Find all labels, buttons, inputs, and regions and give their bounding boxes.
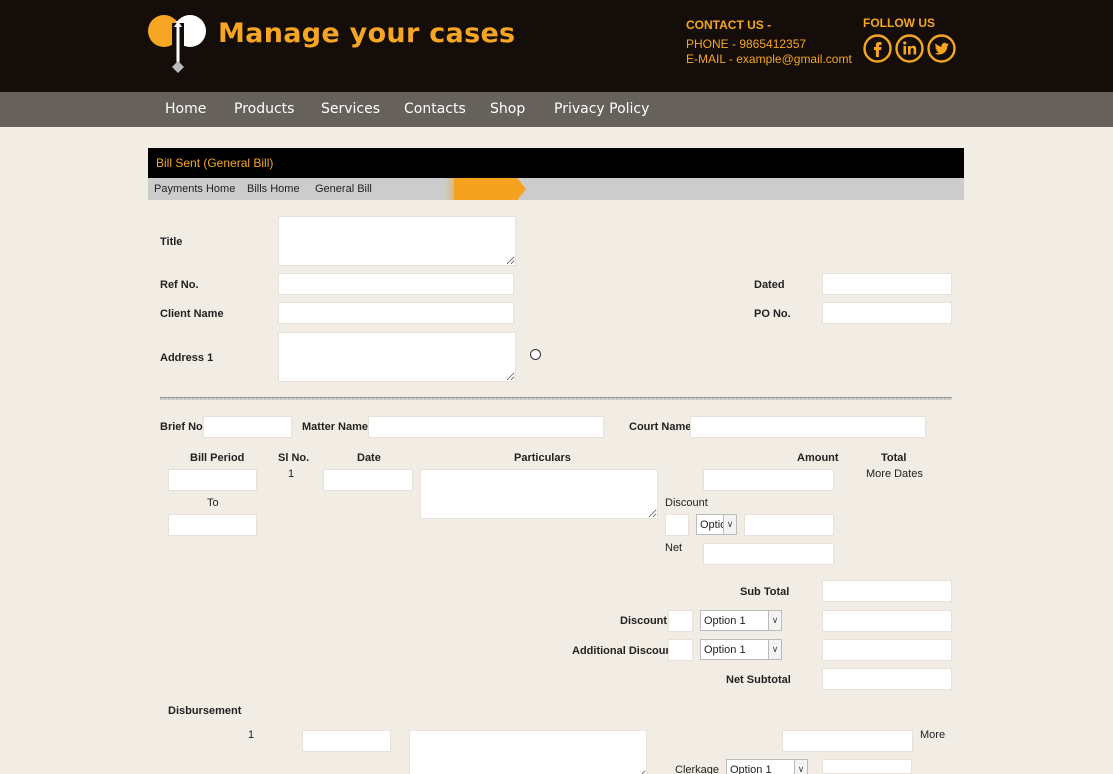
chevron-down-icon: ∨	[794, 760, 807, 774]
title-input[interactable]	[278, 216, 516, 266]
amount-header: Amount	[797, 452, 839, 464]
additional-discount-value-input[interactable]	[668, 639, 693, 661]
bill-period-header: Bill Period	[190, 452, 245, 464]
disbursement-more-link[interactable]: More	[920, 729, 945, 741]
disbursement-amount-input[interactable]	[782, 730, 913, 752]
disbursement-date-input[interactable]	[302, 730, 391, 752]
po-no-input[interactable]	[822, 302, 952, 324]
po-no-label: PO No.	[754, 308, 791, 320]
contact-email[interactable]: E-MAIL - example@gmail.comt	[686, 52, 852, 67]
matter-name-label: Matter Name	[302, 421, 369, 433]
row-discount-select[interactable]: Optio ∨	[696, 514, 737, 535]
discount-amount-input[interactable]	[822, 610, 952, 632]
date-header: Date	[357, 452, 381, 464]
court-name-label: Court Name	[629, 421, 692, 433]
facebook-icon[interactable]	[863, 34, 892, 63]
net-input[interactable]	[703, 543, 834, 565]
particulars-header: Particulars	[514, 452, 571, 464]
disbursement-title: Disbursement	[168, 705, 242, 717]
chevron-down-icon: ∨	[723, 515, 736, 534]
ref-no-input[interactable]	[278, 273, 514, 295]
ref-no-label: Ref No.	[160, 279, 199, 291]
row-discount-value-input[interactable]	[665, 514, 689, 536]
chevron-down-icon: ∨	[768, 611, 781, 630]
follow-title: FOLLOW US	[863, 16, 935, 30]
amount-input[interactable]	[703, 469, 834, 491]
clerkage-amount-input[interactable]	[822, 759, 912, 774]
chevron-down-icon: ∨	[768, 640, 781, 659]
particulars-input[interactable]	[420, 469, 658, 519]
clerkage-select-value: Option 1	[730, 764, 772, 774]
sl-no-header: Sl No.	[278, 452, 310, 464]
nav-privacy-policy[interactable]: Privacy Policy	[554, 101, 649, 117]
disbursement-row-no: 1	[248, 729, 255, 741]
discount-select[interactable]: Option 1 ∨	[700, 610, 782, 631]
nav-services[interactable]: Services	[321, 101, 380, 117]
discount-label: Discount	[620, 615, 668, 627]
clerkage-select[interactable]: Option 1 ∨	[726, 759, 808, 774]
linkedin-icon[interactable]	[895, 34, 924, 63]
title-label: Title	[160, 236, 183, 248]
net-subtotal-input[interactable]	[822, 668, 952, 690]
address1-label: Address 1	[160, 352, 214, 364]
discount-value-input[interactable]	[668, 610, 693, 632]
date-input[interactable]	[323, 469, 413, 491]
brand-title: Manage your cases	[218, 18, 516, 49]
address-radio[interactable]	[530, 349, 541, 360]
total-header: Total	[881, 452, 907, 464]
client-name-label: Client Name	[160, 308, 224, 320]
contact-phone: PHONE - 9865412357	[686, 37, 807, 51]
row-discount-amount-input[interactable]	[744, 514, 834, 536]
client-name-input[interactable]	[278, 302, 514, 324]
main-nav: Home Products Services Contacts Shop Pri…	[0, 92, 1113, 127]
clerkage-label: Clerkage	[675, 764, 720, 774]
nav-contacts[interactable]: Contacts	[404, 101, 466, 117]
address1-input[interactable]	[278, 332, 516, 382]
row-discount-label: Discount	[665, 497, 708, 509]
sl-no-value: 1	[288, 468, 295, 480]
section-divider	[160, 397, 952, 400]
additional-discount-amount-input[interactable]	[822, 639, 952, 661]
breadcrumb-bills-home[interactable]: Bills Home	[247, 183, 300, 195]
bill-period-to-input[interactable]	[168, 514, 257, 536]
to-label: To	[207, 497, 219, 509]
nav-shop[interactable]: Shop	[490, 101, 525, 117]
nav-home[interactable]: Home	[165, 101, 206, 117]
disbursement-particulars-input[interactable]	[409, 730, 647, 774]
brief-no-label: Brief No.	[160, 421, 206, 433]
bill-period-from-input[interactable]	[168, 469, 257, 491]
sub-total-input[interactable]	[822, 580, 952, 602]
additional-discount-select-value: Option 1	[704, 644, 746, 656]
matter-name-input[interactable]	[368, 416, 604, 438]
additional-discount-label: Additional Discount	[572, 645, 676, 657]
net-label: Net	[665, 542, 683, 554]
court-name-input[interactable]	[690, 416, 926, 438]
twitter-icon[interactable]	[927, 34, 956, 63]
additional-discount-select[interactable]: Option 1 ∨	[700, 639, 782, 660]
breadcrumb-general-bill[interactable]: General Bill	[315, 183, 372, 195]
site-header: Manage your cases CONTACT US - PHONE - 9…	[0, 0, 1113, 92]
breadcrumb-payments-home[interactable]: Payments Home	[154, 183, 235, 195]
net-subtotal-label: Net Subtotal	[726, 674, 791, 686]
breadcrumb-active-marker	[454, 178, 526, 200]
sub-total-label: Sub Total	[740, 586, 790, 598]
panel-title: Bill Sent (General Bill)	[148, 148, 964, 178]
brief-no-input[interactable]	[203, 416, 292, 438]
more-dates-link[interactable]: More Dates	[866, 468, 923, 480]
discount-select-value: Option 1	[704, 615, 746, 627]
logo-icon[interactable]	[148, 13, 208, 73]
contact-title: CONTACT US -	[686, 18, 772, 32]
dated-label: Dated	[754, 279, 785, 291]
nav-products[interactable]: Products	[234, 101, 294, 117]
dated-input[interactable]	[822, 273, 952, 295]
contact-info: CONTACT US - PHONE - 9865412357 E-MAIL -…	[686, 18, 852, 67]
breadcrumb: Payments Home Bills Home General Bill	[148, 178, 964, 200]
